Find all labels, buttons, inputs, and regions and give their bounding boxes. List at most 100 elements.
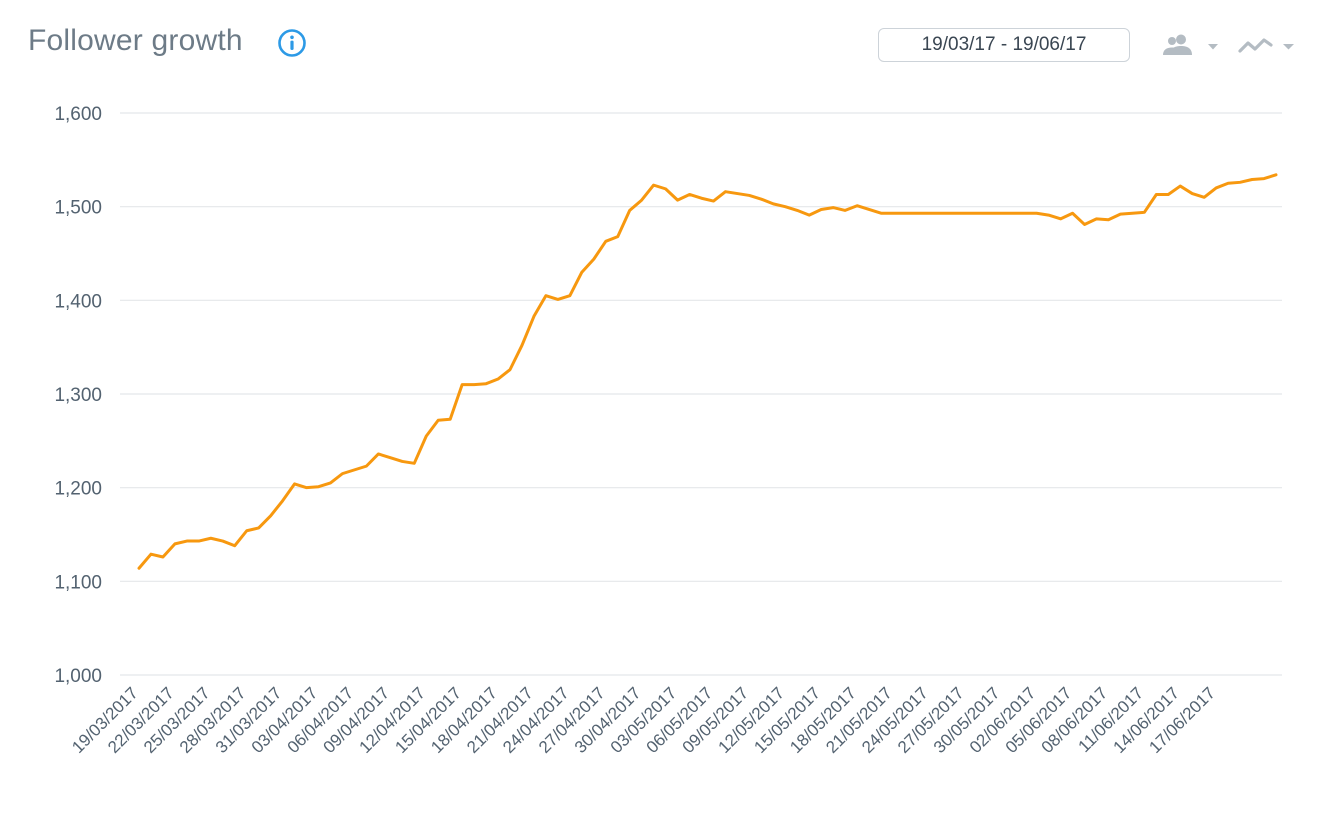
data-point[interactable]	[266, 511, 276, 521]
data-point[interactable]	[661, 184, 671, 194]
data-point[interactable]	[242, 526, 252, 536]
data-point[interactable]	[780, 202, 790, 212]
data-point[interactable]	[1259, 174, 1269, 184]
data-point[interactable]	[924, 208, 934, 218]
data-point[interactable]	[613, 232, 623, 242]
data-point[interactable]	[337, 469, 347, 479]
data-point[interactable]	[744, 190, 754, 200]
data-point[interactable]	[577, 267, 587, 277]
data-point[interactable]	[373, 449, 383, 459]
data-point[interactable]	[816, 204, 826, 214]
data-point[interactable]	[457, 380, 467, 390]
series-line	[137, 173, 1278, 570]
data-point[interactable]	[1247, 175, 1257, 185]
data-point[interactable]	[720, 187, 730, 197]
data-point[interactable]	[649, 180, 659, 190]
data-point[interactable]	[756, 194, 766, 204]
data-point[interactable]	[792, 205, 802, 215]
data-point[interactable]	[912, 208, 922, 218]
y-tick-label: 1,100	[54, 572, 102, 593]
data-point[interactable]	[972, 208, 982, 218]
data-point[interactable]	[194, 536, 204, 546]
data-point[interactable]	[1115, 209, 1125, 219]
data-point[interactable]	[1068, 208, 1078, 218]
data-point[interactable]	[409, 458, 419, 468]
data-point[interactable]	[146, 549, 156, 559]
data-point[interactable]	[517, 340, 527, 350]
data-point[interactable]	[1175, 181, 1185, 191]
data-point[interactable]	[1151, 189, 1161, 199]
data-point[interactable]	[888, 208, 898, 218]
data-point[interactable]	[1044, 210, 1054, 220]
data-point[interactable]	[361, 461, 371, 471]
data-point[interactable]	[445, 414, 455, 424]
data-point[interactable]	[1056, 214, 1066, 224]
data-point[interactable]	[1103, 215, 1113, 225]
data-point[interactable]	[732, 189, 742, 199]
data-point[interactable]	[158, 552, 168, 562]
data-point[interactable]	[984, 208, 994, 218]
data-point[interactable]	[768, 199, 778, 209]
data-point[interactable]	[840, 205, 850, 215]
data-point[interactable]	[230, 541, 240, 551]
data-point[interactable]	[469, 380, 479, 390]
data-point[interactable]	[697, 193, 707, 203]
data-point[interactable]	[553, 294, 563, 304]
series-layer	[134, 170, 1281, 573]
data-point[interactable]	[314, 482, 324, 492]
data-point[interactable]	[1127, 208, 1137, 218]
data-point[interactable]	[589, 254, 599, 264]
data-point[interactable]	[1235, 177, 1245, 187]
data-point[interactable]	[625, 205, 635, 215]
data-point[interactable]	[290, 479, 300, 489]
data-point[interactable]	[1139, 207, 1149, 217]
data-point[interactable]	[385, 453, 395, 463]
data-point[interactable]	[637, 195, 647, 205]
data-point[interactable]	[601, 236, 611, 246]
data-point[interactable]	[505, 365, 515, 375]
data-point[interactable]	[421, 431, 431, 441]
data-point[interactable]	[1080, 219, 1090, 229]
data-point[interactable]	[541, 291, 551, 301]
data-point[interactable]	[1271, 170, 1281, 180]
data-point[interactable]	[1008, 208, 1018, 218]
data-point[interactable]	[876, 208, 886, 218]
data-point[interactable]	[1020, 208, 1030, 218]
data-point[interactable]	[433, 415, 443, 425]
data-point[interactable]	[302, 483, 312, 493]
data-point[interactable]	[325, 478, 335, 488]
data-point[interactable]	[218, 536, 228, 546]
data-point[interactable]	[1211, 183, 1221, 193]
data-point[interactable]	[349, 465, 359, 475]
data-point[interactable]	[900, 208, 910, 218]
data-point[interactable]	[170, 539, 180, 549]
data-point[interactable]	[397, 456, 407, 466]
data-point[interactable]	[960, 208, 970, 218]
data-point[interactable]	[1163, 189, 1173, 199]
data-point[interactable]	[1091, 214, 1101, 224]
data-point[interactable]	[206, 533, 216, 543]
data-point[interactable]	[529, 311, 539, 321]
data-point[interactable]	[1223, 178, 1233, 188]
data-point[interactable]	[864, 204, 874, 214]
data-point[interactable]	[278, 496, 288, 506]
data-point[interactable]	[936, 208, 946, 218]
data-point[interactable]	[1199, 192, 1209, 202]
data-point[interactable]	[708, 196, 718, 206]
data-point[interactable]	[948, 208, 958, 218]
data-point[interactable]	[685, 189, 695, 199]
data-point[interactable]	[254, 523, 264, 533]
data-point[interactable]	[996, 208, 1006, 218]
data-point[interactable]	[1032, 208, 1042, 218]
data-point[interactable]	[481, 379, 491, 389]
data-point[interactable]	[1187, 189, 1197, 199]
data-point[interactable]	[804, 210, 814, 220]
data-point[interactable]	[828, 203, 838, 213]
data-point[interactable]	[134, 563, 144, 573]
data-point[interactable]	[673, 195, 683, 205]
data-point[interactable]	[852, 201, 862, 211]
y-tick-label: 1,500	[54, 198, 102, 219]
data-point[interactable]	[565, 291, 575, 301]
data-point[interactable]	[493, 374, 503, 384]
data-point[interactable]	[182, 536, 192, 546]
